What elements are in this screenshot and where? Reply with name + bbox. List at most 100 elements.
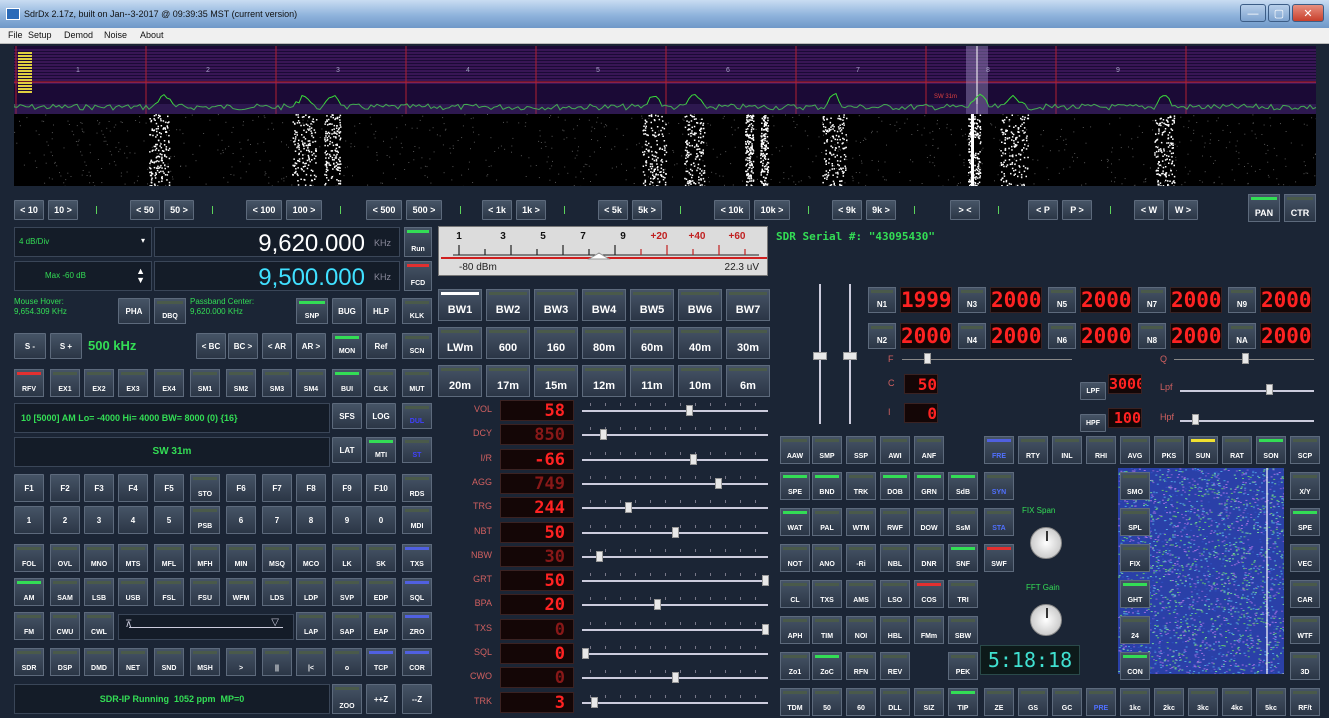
grid-noi-button[interactable]: NOI xyxy=(846,616,876,644)
grid-ght-button[interactable]: GHT xyxy=(1120,580,1150,608)
notch-n8-value[interactable]: 2000 xyxy=(1170,323,1222,349)
grid-tri-button[interactable]: TRI xyxy=(948,580,978,608)
tune-9k-button[interactable]: < 9k xyxy=(832,200,862,220)
grid-txs-button[interactable]: TXS xyxy=(812,580,842,608)
grid-son-button[interactable]: SON xyxy=(1256,436,1286,464)
btn-dsp[interactable]: DSP xyxy=(50,648,80,676)
grid-spe-button[interactable]: SPE xyxy=(1290,508,1320,536)
tune-w-button[interactable]: < W xyxy=(1134,200,1164,220)
fft-gain-knob[interactable] xyxy=(1030,604,1062,636)
grid-aph-button[interactable]: APH xyxy=(780,616,810,644)
grid-5kc-button[interactable]: 5kc xyxy=(1256,688,1286,716)
grid-syn-button[interactable]: SYN xyxy=(984,472,1014,500)
grid-x-y-button[interactable]: X/Y xyxy=(1290,472,1320,500)
tune-5k-button[interactable]: 5k > xyxy=(632,200,662,220)
grid-smp-button[interactable]: SMP xyxy=(812,436,842,464)
btn-sm3[interactable]: SM3 xyxy=(262,369,292,397)
btn-7[interactable]: 7 xyxy=(262,506,292,534)
btn-fol[interactable]: FOL xyxy=(14,544,44,572)
pan-button[interactable]: PAN xyxy=(1248,194,1280,222)
btn-sql[interactable]: SQL xyxy=(402,578,432,606)
bug-button[interactable]: BUG xyxy=(332,298,362,324)
btn-mts[interactable]: MTS xyxy=(118,544,148,572)
menu-demod[interactable]: Demod xyxy=(64,30,93,40)
grid-50-button[interactable]: 50 xyxy=(812,688,842,716)
grid-rev-button[interactable]: REV xyxy=(880,652,910,680)
param-agg-value[interactable]: 749 xyxy=(500,472,574,494)
v-slider-1-thumb[interactable] xyxy=(813,352,827,360)
btn-bw3[interactable]: BW3 xyxy=(534,289,578,321)
btn-cwl[interactable]: CWL xyxy=(84,612,114,640)
param-trk-value[interactable]: 3 xyxy=(500,691,574,713)
btn-1[interactable]: 1 xyxy=(14,506,44,534)
grid-ano-button[interactable]: ANO xyxy=(812,544,842,572)
grid-ams-button[interactable]: AMS xyxy=(846,580,876,608)
btn-mut[interactable]: MUT xyxy=(402,369,432,397)
grid-avg-button[interactable]: AVG xyxy=(1120,436,1150,464)
grid-rwf-button[interactable]: RWF xyxy=(880,508,910,536)
btn-mco[interactable]: MCO xyxy=(296,544,326,572)
btn-o[interactable]: o xyxy=(332,648,362,676)
btn-mno[interactable]: MNO xyxy=(84,544,114,572)
btn-5[interactable]: 5 xyxy=(154,506,184,534)
menu-file[interactable]: File xyxy=(8,30,23,40)
param-grt-value[interactable]: 50 xyxy=(500,570,574,592)
grid-dnr-button[interactable]: DNR xyxy=(914,544,944,572)
grid-4kc-button[interactable]: 4kc xyxy=(1222,688,1252,716)
btn-10m[interactable]: 10m xyxy=(678,365,722,397)
param-vol-value[interactable]: 58 xyxy=(500,400,574,421)
fcd-button[interactable]: FCD xyxy=(404,261,432,291)
tune-1k-button[interactable]: < 1k xyxy=(482,200,512,220)
grid-dll-button[interactable]: DLL xyxy=(880,688,910,716)
tune-1k-button[interactable]: 1k > xyxy=(516,200,546,220)
hpf-button[interactable]: HPF xyxy=(1080,414,1106,432)
btn-f6[interactable]: F6 xyxy=(226,474,256,502)
tune-50-button[interactable]: < 50 xyxy=(130,200,160,220)
param-trk-thumb[interactable] xyxy=(591,696,598,708)
notch-n6-value[interactable]: 2000 xyxy=(1080,323,1132,349)
notch-n1-value[interactable]: 1999 xyxy=(900,287,952,313)
grid-cl-button[interactable]: CL xyxy=(780,580,810,608)
div-select[interactable]: 4 dB/Div ▾ xyxy=(14,227,152,257)
grid-60-button[interactable]: 60 xyxy=(846,688,876,716)
grid-dob-button[interactable]: DOB xyxy=(880,472,910,500)
btn-f2[interactable]: F2 xyxy=(50,474,80,502)
btn-17m[interactable]: 17m xyxy=(486,365,530,397)
tune-500-button[interactable]: < 500 xyxy=(366,200,402,220)
grid-sbw-button[interactable]: SBW xyxy=(948,616,978,644)
grid-cos-button[interactable]: COS xyxy=(914,580,944,608)
grid-wtm-button[interactable]: WTM xyxy=(846,508,876,536)
grid-sun-button[interactable]: SUN xyxy=(1188,436,1218,464)
pha-button[interactable]: PHA xyxy=(118,298,150,324)
run-button[interactable]: Run xyxy=(404,227,432,257)
spectrum-display[interactable]: 1 2 3 4 5 6 7 8 9 SW 31m xyxy=(14,46,1316,114)
grid-swf-button[interactable]: SWF xyxy=(984,544,1014,572)
grid-pal-button[interactable]: PAL xyxy=(812,508,842,536)
btn-txs[interactable]: TXS xyxy=(402,544,432,572)
bc-next-button[interactable]: BC > xyxy=(228,333,258,359)
btn-am[interactable]: AM xyxy=(14,578,44,606)
btn-sm2[interactable]: SM2 xyxy=(226,369,256,397)
btn-wfm[interactable]: WFM xyxy=(226,578,256,606)
btn-3[interactable]: 3 xyxy=(84,506,114,534)
snp-button[interactable]: SNP xyxy=(296,298,328,324)
btn-f9[interactable]: F9 xyxy=(332,474,362,502)
param-agg-thumb[interactable] xyxy=(715,477,723,489)
notch-n2-value[interactable]: 2000 xyxy=(900,323,952,349)
btn-tcp[interactable]: TCP xyxy=(366,648,396,676)
btn-30m[interactable]: 30m xyxy=(726,327,770,359)
notch-n4-value[interactable]: 2000 xyxy=(990,323,1042,349)
param-i-r-value[interactable]: -66 xyxy=(500,448,574,470)
grid-2kc-button[interactable]: 2kc xyxy=(1154,688,1184,716)
grid-fmm-button[interactable]: FMm xyxy=(914,616,944,644)
btn-sam[interactable]: SAM xyxy=(50,578,80,606)
grid-rty-button[interactable]: RTY xyxy=(1018,436,1048,464)
btn-bw7[interactable]: BW7 xyxy=(726,289,770,321)
frequency-display-1[interactable]: 9,620.000 KHz xyxy=(154,227,400,257)
btn-cor[interactable]: COR xyxy=(402,648,432,676)
grid-3kc-button[interactable]: 3kc xyxy=(1188,688,1218,716)
btn-msq[interactable]: MSQ xyxy=(262,544,292,572)
tune-10k-button[interactable]: < 10k xyxy=(714,200,750,220)
grid-vec-button[interactable]: VEC xyxy=(1290,544,1320,572)
grid-not-button[interactable]: NOT xyxy=(780,544,810,572)
